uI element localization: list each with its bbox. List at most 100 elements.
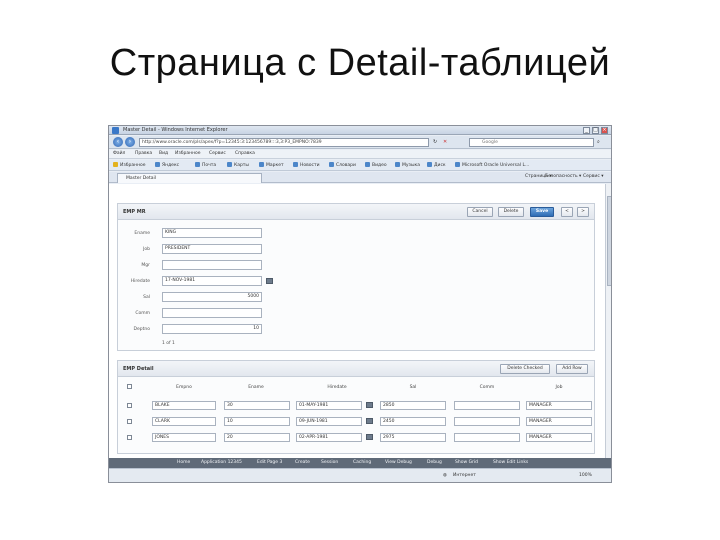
sal-field[interactable]: 5000 [162,292,262,302]
url-field[interactable]: http://www.oracle.com/pls/apex/f?p=12345… [139,138,429,147]
refresh-icon[interactable]: ↻ [433,139,437,145]
hiredate-cell[interactable]: 01-MAY-1981 [296,401,362,410]
zoom-level[interactable]: 100% [579,473,592,478]
menu-view[interactable]: Вид [159,151,168,156]
column-header[interactable]: Ename [216,385,296,390]
job-field[interactable]: PRESIDENT [162,244,262,254]
region-title: EMP Detail [123,366,154,372]
calendar-icon[interactable] [366,434,373,440]
menu-file[interactable]: Файл [113,151,125,156]
fav-link[interactable]: Карты [227,162,249,168]
back-button[interactable]: ‹ [113,137,123,147]
fav-link[interactable]: Новости [293,162,320,168]
emp-form-region: EMP MR Cancel Delete Save < > Ename KING… [117,203,595,351]
row-checkbox[interactable] [127,435,132,440]
mgr-field[interactable] [162,260,262,270]
cancel-button[interactable]: Cancel [467,207,493,217]
maximize-button[interactable]: □ [592,127,599,134]
menu-help[interactable]: Справка [235,151,255,156]
sal-cell[interactable]: 2450 [380,417,446,426]
tab-master-detail[interactable]: Master Detail [117,173,262,183]
link-icon [455,162,460,167]
dev-link-home[interactable]: Home [177,460,190,465]
column-header[interactable]: Empno [152,385,216,390]
minimize-button[interactable]: _ [583,127,590,134]
previous-button[interactable]: < [561,207,573,217]
column-header[interactable]: Comm [454,385,520,390]
empno-cell[interactable]: JONES [152,433,216,442]
job-cell[interactable]: MANAGER [526,401,592,410]
hiredate-cell[interactable]: 02-APR-1981 [296,433,362,442]
search-input[interactable]: Google [469,138,594,147]
dev-link-debug[interactable]: Debug [427,460,442,465]
field-label: Mgr [141,263,150,268]
column-header[interactable]: Sal [380,385,446,390]
empno-cell[interactable]: BLAKE [152,401,216,410]
next-button[interactable]: > [577,207,589,217]
comm-cell[interactable] [454,401,520,410]
calendar-icon[interactable] [266,278,273,284]
vertical-scrollbar[interactable] [605,184,611,458]
delete-button[interactable]: Delete [498,207,524,217]
delete-checked-button[interactable]: Delete Checked [500,364,550,374]
dev-link-caching[interactable]: Caching [353,460,371,465]
fav-link[interactable]: Почта [195,162,216,168]
calendar-icon[interactable] [366,402,373,408]
fav-link[interactable]: Словари [329,162,356,168]
save-button[interactable]: Save [530,207,554,217]
job-cell[interactable]: MANAGER [526,417,592,426]
link-icon [259,162,264,167]
fav-link[interactable]: Видео [365,162,387,168]
dev-link-view-debug[interactable]: View Debug [385,460,412,465]
ename-cell[interactable]: 30 [224,401,290,410]
comm-cell[interactable] [454,433,520,442]
tools-menu[interactable]: Сервис ▾ [583,174,604,179]
comm-cell[interactable] [454,417,520,426]
close-button[interactable]: × [601,127,608,134]
fav-link[interactable]: Маркет [259,162,284,168]
sal-cell[interactable]: 2850 [380,401,446,410]
globe-icon: ◍ [443,473,447,478]
menu-tools[interactable]: Сервис [209,151,226,156]
search-icon[interactable]: ⌕ [597,139,600,145]
dev-link-create[interactable]: Create [295,460,310,465]
safety-menu[interactable]: Безопасность ▾ [545,174,581,179]
scroll-thumb[interactable] [607,196,611,286]
hiredate-field[interactable]: 17-NOV-1981 [162,276,262,286]
stop-icon[interactable]: ✕ [443,139,447,145]
row-checkbox[interactable] [127,419,132,424]
job-cell[interactable]: MANAGER [526,433,592,442]
fav-link[interactable]: Диск [427,162,446,168]
hiredate-cell[interactable]: 09-JUN-1981 [296,417,362,426]
dev-link-edit-page[interactable]: Edit Page 3 [257,460,282,465]
menu-favorites[interactable]: Избранное [175,151,201,156]
deptno-field[interactable]: 10 [162,324,262,334]
ename-field[interactable]: KING [162,228,262,238]
forward-button[interactable]: › [125,137,135,147]
address-bar: ‹ › http://www.oracle.com/pls/apex/f?p=1… [109,136,611,149]
empno-cell[interactable]: CLARK [152,417,216,426]
fav-link[interactable]: Яндекс [155,162,179,168]
ename-cell[interactable]: 20 [224,433,290,442]
favorites-button[interactable]: Избранное [113,162,146,168]
ename-cell[interactable]: 10 [224,417,290,426]
link-icon [365,162,370,167]
row-checkbox[interactable] [127,403,132,408]
dev-link-application[interactable]: Application 12345 [201,460,242,465]
comm-field[interactable] [162,308,262,318]
dev-link-session[interactable]: Session [321,460,338,465]
window-titlebar: Master Detail - Windows Internet Explore… [109,126,611,135]
menu-edit[interactable]: Правка [135,151,152,156]
dev-link-show-edit-links[interactable]: Show Edit Links [493,460,528,465]
fav-link[interactable]: Microsoft Oracle Universal L... [455,162,529,168]
column-header[interactable]: Job [526,385,592,390]
column-header[interactable]: Hiredate [296,385,378,390]
select-all-checkbox[interactable] [127,384,132,389]
sal-cell[interactable]: 2975 [380,433,446,442]
calendar-icon[interactable] [366,418,373,424]
menu-bar: Файл Правка Вид Избранное Сервис Справка [109,150,611,159]
add-row-button[interactable]: Add Row [556,364,588,374]
dev-link-show-grid[interactable]: Show Grid [455,460,478,465]
fav-link[interactable]: Музыка [395,162,420,168]
status-bar: ◍ Интернет 100% [109,468,611,482]
